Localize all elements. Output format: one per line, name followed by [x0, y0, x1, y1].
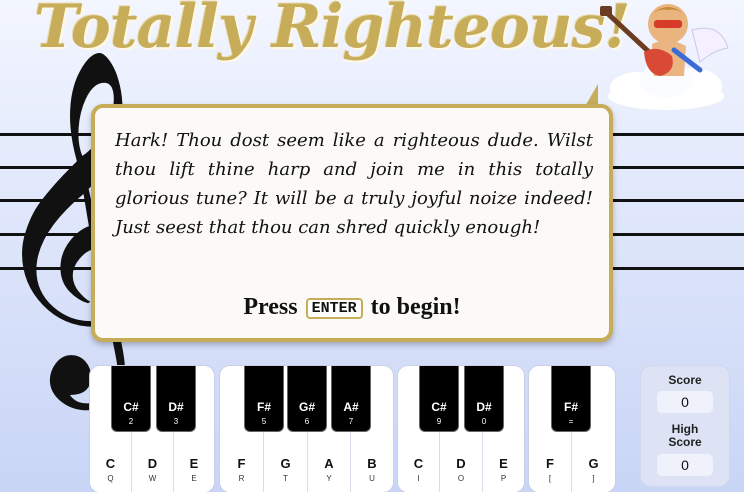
piano-octave-group: C Q D W E E C# 2 D# 3 [90, 366, 214, 492]
score-value: 0 [657, 391, 713, 413]
key-shortcut-label: 7 [348, 417, 354, 426]
key-shortcut-label: ] [592, 474, 595, 483]
piano-key-f-sharp-high[interactable]: F# = [551, 366, 591, 432]
key-note-label: B [367, 456, 377, 471]
intro-dialog: Hark! Thou dost seem like a righteous du… [91, 104, 613, 342]
key-note-label: D# [168, 400, 184, 414]
high-score-value: 0 [657, 454, 713, 476]
key-shortcut-label: Y [326, 474, 332, 483]
key-shortcut-label: 9 [436, 417, 442, 426]
key-shortcut-label: E [191, 474, 197, 483]
key-note-label: D [147, 456, 158, 471]
piano-octave-group: F [ G ] F# = [529, 366, 615, 492]
piano-octave-group: F R G T A Y B U F# 5 G# 6 A# 7 [220, 366, 393, 492]
piano-key-a-sharp[interactable]: A# 7 [331, 366, 371, 432]
key-note-label: A# [343, 400, 359, 414]
key-note-label: C# [123, 400, 139, 414]
piano-key-f-sharp[interactable]: F# 5 [244, 366, 284, 432]
enter-key[interactable]: ENTER [305, 298, 363, 319]
begin-label: to begin! [370, 294, 461, 320]
key-shortcut-label: R [238, 474, 245, 483]
key-shortcut-label: Q [107, 474, 114, 483]
key-note-label: C [105, 456, 116, 471]
key-shortcut-label: W [148, 474, 157, 483]
key-note-label: G [588, 456, 599, 471]
key-note-label: G [280, 456, 291, 471]
key-note-label: C# [431, 400, 447, 414]
key-note-label: F# [256, 400, 271, 414]
key-note-label: C [413, 456, 424, 471]
key-note-label: A [324, 456, 334, 471]
score-panel: Score 0 High Score 0 [641, 366, 729, 486]
key-note-label: E [499, 456, 508, 471]
start-prompt: Press ENTER to begin! [95, 294, 609, 321]
key-note-label: D# [476, 400, 492, 414]
key-shortcut-label: [ [548, 474, 552, 483]
key-shortcut-label: P [500, 474, 507, 483]
key-shortcut-label: = [568, 417, 574, 426]
piano-key-c-sharp-high[interactable]: C# 9 [419, 366, 459, 432]
piano-key-d-sharp-high[interactable]: D# 0 [464, 366, 504, 432]
key-note-label: G# [298, 400, 315, 414]
key-shortcut-label: O [457, 474, 465, 483]
key-shortcut-label: T [283, 474, 288, 483]
key-shortcut-label: 6 [304, 417, 310, 426]
score-label: Score [668, 373, 702, 387]
key-note-label: F [237, 456, 246, 471]
piano-key-c-sharp[interactable]: C# 2 [111, 366, 151, 432]
cupid-with-guitar-icon [600, 4, 729, 110]
key-note-label: F [546, 456, 554, 471]
key-shortcut-label: 5 [261, 417, 267, 426]
key-note-label: F# [563, 400, 578, 414]
key-shortcut-label: I [417, 474, 420, 483]
key-shortcut-label: U [369, 474, 375, 483]
dialog-message: Hark! Thou dost seem like a righteous du… [115, 130, 593, 238]
key-shortcut-label: 2 [128, 417, 134, 426]
piano-octave-group: C I D O E P C# 9 D# 0 [398, 366, 524, 492]
key-shortcut-label: 3 [173, 417, 179, 426]
piano-key-g-sharp[interactable]: G# 6 [287, 366, 327, 432]
high-score-label-line2: Score [668, 435, 702, 449]
press-label: Press [243, 294, 298, 320]
piano-key-d-sharp[interactable]: D# 3 [156, 366, 196, 432]
key-note-label: D [456, 456, 466, 471]
key-shortcut-label: 0 [481, 417, 487, 426]
key-note-label: E [189, 456, 199, 471]
